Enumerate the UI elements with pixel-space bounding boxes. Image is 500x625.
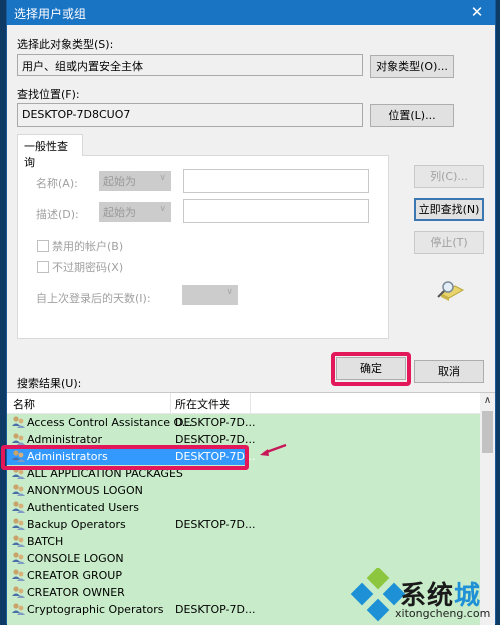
results-header: 名称 所在文件夹 <box>7 393 480 414</box>
disabled-accounts-checkbox[interactable]: 禁用的帐户(B) <box>37 238 123 254</box>
description-mode-value: 起始为 <box>103 206 136 219</box>
chevron-down-icon: ∨ <box>159 173 166 183</box>
result-row[interactable]: Authenticated Users <box>7 499 480 516</box>
result-name: Administrators <box>27 450 108 463</box>
object-type-label: 选择此对象类型(S): <box>17 38 114 51</box>
user-group-icon <box>11 500 26 515</box>
object-types-button[interactable]: 对象类型(O)... <box>370 55 454 78</box>
title-bar: 选择用户或组 ✕ <box>7 0 495 25</box>
object-type-field: 用户、组或内置安全主体 <box>17 54 363 76</box>
column-separator[interactable] <box>250 393 251 413</box>
column-separator[interactable] <box>170 393 171 413</box>
result-name: CREATOR GROUP <box>27 569 122 582</box>
disabled-accounts-label: 禁用的帐户(B) <box>52 240 124 253</box>
stop-button[interactable]: 停止(T) <box>414 231 484 254</box>
search-results-label: 搜索结果(U): <box>17 377 82 390</box>
user-group-icon <box>11 568 26 583</box>
result-folder: DESKTOP-7D... <box>175 603 256 616</box>
days-since-logon-select[interactable]: ∨ <box>182 285 238 305</box>
result-folder: DESKTOP-7D... <box>175 450 256 463</box>
location-label: 查找位置(F): <box>17 88 80 101</box>
result-name: Access Control Assistance O... <box>27 416 193 429</box>
user-group-icon <box>11 415 26 430</box>
column-header-name[interactable]: 名称 <box>13 396 35 412</box>
ok-button[interactable]: 确定 <box>336 357 406 380</box>
description-input[interactable] <box>183 199 369 223</box>
chevron-down-icon: ∨ <box>226 287 233 297</box>
scroll-up-icon[interactable]: ∧ <box>480 395 495 406</box>
non-expiring-passwords-label: 不过期密码(X) <box>52 261 124 274</box>
result-row[interactable]: BATCH <box>7 533 480 550</box>
days-since-logon-label: 自上次登录后的天数(I): <box>36 292 151 305</box>
common-queries-panel: 名称(A): 起始为 ∨ 描述(D): 起始为 ∨ 禁用的帐户(B) 不过期密码… <box>17 155 389 339</box>
user-group-icon <box>11 432 26 447</box>
result-name: Backup Operators <box>27 518 126 531</box>
result-row[interactable]: Backup Operators DESKTOP-7D... <box>7 516 480 533</box>
result-row[interactable]: CONSOLE LOGON <box>7 550 480 567</box>
description-mode-select[interactable]: 起始为 ∨ <box>99 202 171 222</box>
column-header-folder[interactable]: 所在文件夹 <box>175 396 230 412</box>
user-group-icon <box>11 517 26 532</box>
columns-button[interactable]: 列(C)... <box>414 165 484 188</box>
user-group-icon <box>11 551 26 566</box>
name-mode-select[interactable]: 起始为 ∨ <box>99 171 171 191</box>
user-group-icon <box>11 602 26 617</box>
result-name: ANONYMOUS LOGON <box>27 484 143 497</box>
result-row[interactable]: Administrator DESKTOP-7D... <box>7 431 480 448</box>
result-name: CREATOR OWNER <box>27 586 125 599</box>
result-name: Authenticated Users <box>27 501 140 514</box>
user-group-icon <box>11 585 26 600</box>
user-group-icon <box>11 466 26 481</box>
tab-common-queries[interactable]: 一般性查询 <box>17 134 83 169</box>
annotation-arrow-icon <box>260 443 287 456</box>
result-name: Administrator <box>27 433 102 446</box>
user-group-icon <box>11 483 26 498</box>
result-folder: DESKTOP-7D... <box>175 433 256 446</box>
checkbox-box <box>37 240 49 252</box>
name-input[interactable] <box>183 169 369 193</box>
watermark-url: xitongcheng.com <box>395 607 491 620</box>
result-name: CONSOLE LOGON <box>27 552 124 565</box>
search-folder-icon <box>437 281 465 301</box>
result-name: BATCH <box>27 535 64 548</box>
result-folder: DESKTOP-7D... <box>175 416 256 429</box>
chevron-down-icon: ∨ <box>159 204 166 214</box>
result-row[interactable]: Access Control Assistance O... DESKTOP-7D… <box>7 414 480 431</box>
result-folder: DESKTOP-7D... <box>175 518 256 531</box>
cancel-button[interactable]: 取消 <box>414 360 484 383</box>
scrollbar-thumb[interactable] <box>482 411 493 453</box>
result-name: Cryptographic Operators <box>27 603 164 616</box>
description-label: 描述(D): <box>36 208 79 221</box>
select-users-or-groups-dialog: 选择用户或组 ✕ 选择此对象类型(S): 用户、组或内置安全主体 对象类型(O)… <box>6 0 496 625</box>
user-group-icon <box>11 449 26 464</box>
locations-button[interactable]: 位置(L)... <box>370 104 454 127</box>
user-group-icon <box>11 534 26 549</box>
checkbox-box <box>37 261 49 273</box>
window-title: 选择用户或组 <box>14 7 87 21</box>
find-now-button[interactable]: 立即查找(N) <box>414 198 484 221</box>
result-name: ALL APPLICATION PACKAGES <box>27 467 183 480</box>
name-mode-value: 起始为 <box>103 175 136 188</box>
name-label: 名称(A): <box>36 177 78 190</box>
close-icon[interactable]: ✕ <box>467 3 487 21</box>
location-field: DESKTOP-7D8CUO7 <box>17 103 363 127</box>
result-row[interactable]: ANONYMOUS LOGON <box>7 482 480 499</box>
non-expiring-passwords-checkbox[interactable]: 不过期密码(X) <box>37 259 123 275</box>
result-row[interactable]: Administrators DESKTOP-7D... <box>7 448 255 465</box>
result-row[interactable]: ALL APPLICATION PACKAGES <box>7 465 480 482</box>
